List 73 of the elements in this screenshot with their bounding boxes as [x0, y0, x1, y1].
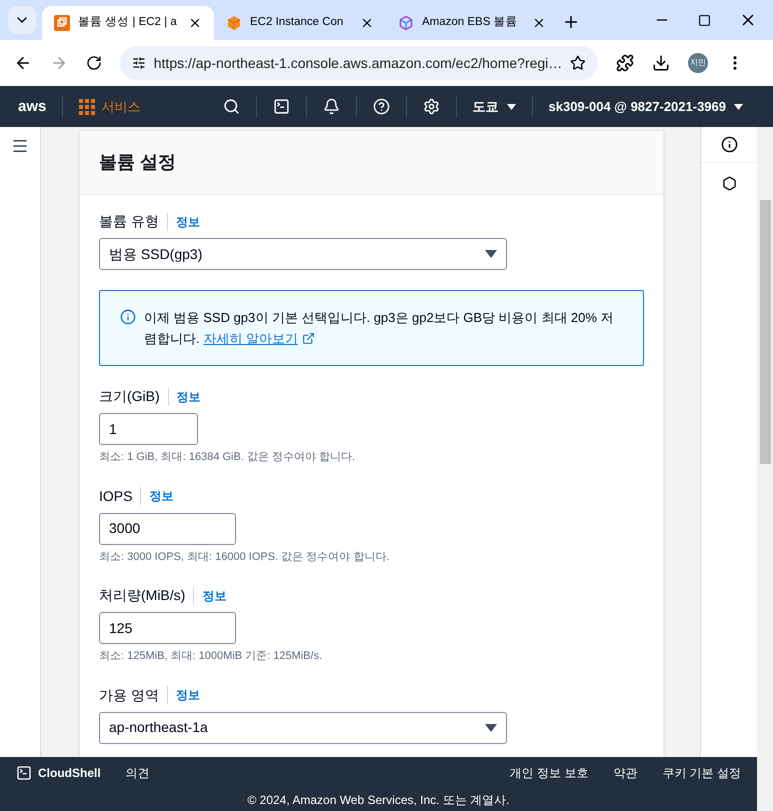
field-label: 볼륨 유형 [99, 212, 159, 231]
download-icon[interactable] [652, 54, 670, 72]
tab-title: EC2 Instance Con [250, 15, 344, 30]
hexagon-icon[interactable] [722, 176, 736, 191]
text-input[interactable]: 125 [99, 612, 236, 644]
field-label: 가용 영역 [99, 686, 159, 704]
cloudshell-link[interactable]: CloudShell [38, 764, 101, 782]
info-link[interactable]: 정보 [176, 686, 200, 704]
feedback-link[interactable]: 의견 [126, 764, 150, 782]
menu-icon[interactable] [11, 137, 29, 155]
notice-text: 이제 범용 SSD gp3이 기본 선택입니다. gp3은 gp2보다 GB당 비용이 최대 20% 저렴합니다. 자세히 알아보기 [144, 307, 623, 349]
info-link[interactable]: 정보 [176, 212, 200, 230]
aws-logo[interactable]: aws [18, 99, 46, 114]
caret-icon [485, 724, 497, 732]
copyright-text: © 2024, Amazon Web Services, Inc. 또는 계열사. [246, 792, 511, 809]
cube-icon [226, 15, 242, 31]
field-label: 크기(GiB) [99, 387, 160, 406]
maximize-icon[interactable] [698, 14, 711, 27]
grid-icon[interactable] [79, 98, 96, 114]
settings-icon[interactable] [422, 98, 440, 115]
extensions-icon[interactable] [616, 54, 634, 72]
square-logo-icon [54, 15, 70, 31]
terminal-icon[interactable] [272, 98, 290, 115]
profile-avatar[interactable]: 지민 [688, 53, 708, 73]
close-icon[interactable] [360, 16, 374, 30]
forward-icon[interactable] [50, 54, 68, 72]
account-menu[interactable]: sk309-004 @ 9827-2021-3969 [548, 96, 743, 116]
url-text: https://ap-northeast-1.console.aws.amazon.com/ec2/home?regi… [154, 54, 562, 73]
region-menu[interactable]: 도쿄 [472, 96, 516, 116]
caret-icon [506, 104, 516, 110]
reload-icon[interactable] [86, 55, 102, 71]
footer-link[interactable]: 개인 정보 보호 [510, 764, 588, 782]
tab-search-button[interactable] [8, 6, 36, 34]
text-input[interactable]: 3000 [99, 512, 236, 544]
caret-icon [485, 250, 497, 258]
bell-icon[interactable] [322, 98, 340, 115]
cube-outline-icon [398, 15, 414, 31]
info-link[interactable]: 정보 [149, 487, 174, 505]
browser-tab[interactable]: Amazon EBS 볼륨 [386, 6, 558, 40]
close-icon[interactable] [532, 16, 546, 30]
constraint-text: 최소: 125MiB, 최대: 1000MiB 기준: 125MiB/s. [99, 649, 324, 664]
select-dropdown[interactable]: ap-northeast-1a [99, 712, 507, 744]
select-dropdown[interactable]: 범용 SSD(gp3) [99, 238, 507, 270]
info-link[interactable]: 정보 [176, 388, 201, 406]
footer-link[interactable]: 쿠키 기본 설정 [662, 764, 741, 782]
caret-icon [734, 104, 743, 110]
info-link[interactable]: 정보 [202, 586, 226, 604]
back-icon[interactable] [14, 54, 32, 72]
site-settings-icon[interactable] [132, 56, 146, 70]
info-icon [120, 309, 136, 325]
constraint-text: 최소: 1 GiB, 최대: 16384 GiB. 값은 정수여야 합니다. [99, 450, 356, 465]
terminal-icon [16, 765, 32, 781]
footer-link[interactable]: 약관 [613, 764, 638, 782]
browser-tab[interactable]: EC2 Instance Con [214, 6, 386, 40]
help-icon[interactable] [372, 98, 390, 115]
tab-title: Amazon EBS 볼륨 [422, 15, 519, 30]
tab-title: 볼륨 생성 | EC2 | a [78, 15, 178, 30]
browser-tab[interactable]: 볼륨 생성 | EC2 | a [42, 6, 214, 40]
address-bar[interactable]: https://ap-northeast-1.console.aws.amazon.com/ec2/home?regi… [120, 46, 598, 80]
text-input[interactable]: 1 [99, 413, 198, 445]
panel-title: 볼륨 설정 [99, 151, 176, 174]
learn-more-link[interactable]: 자세히 알아보기 [203, 328, 315, 349]
services-menu[interactable]: 서비스 [101, 96, 140, 116]
field-label: IOPS [99, 486, 132, 506]
bookmark-icon[interactable] [570, 55, 586, 71]
field-label: 처리량(MiB/s) [99, 586, 186, 605]
search-icon[interactable] [222, 98, 240, 115]
info-icon[interactable] [720, 136, 738, 153]
close-icon[interactable] [188, 16, 202, 30]
external-link-icon [302, 332, 315, 345]
constraint-text: 최소: 3000 IOPS, 최대: 16000 IOPS. 값은 정수여야 합니다. [99, 550, 390, 564]
new-tab-icon[interactable] [562, 13, 580, 31]
scrollbar[interactable] [757, 127, 773, 811]
